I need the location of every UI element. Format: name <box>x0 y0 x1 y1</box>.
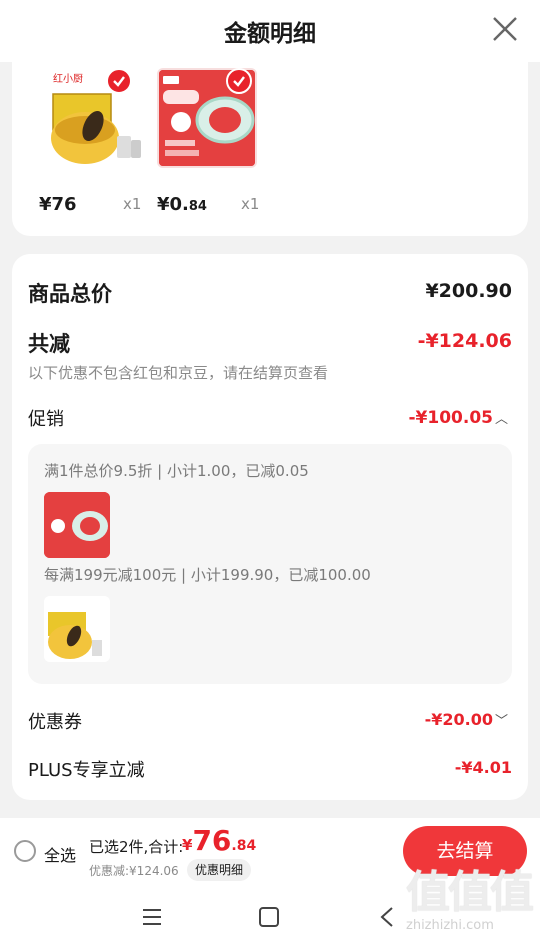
promo-thumb-tape[interactable] <box>44 492 110 558</box>
close-icon[interactable] <box>490 14 520 44</box>
watermark-url: zhizhizhi.com <box>406 918 494 933</box>
discount-detail-button[interactable]: 优惠明细 <box>187 859 252 881</box>
home-icon[interactable] <box>258 906 280 928</box>
discount-note: 以下优惠不包含红包和京豆，请在结算页查看 <box>28 364 329 382</box>
product-checkbox-1[interactable] <box>106 68 132 94</box>
product-card: 红小厨 ¥76 x1 ¥0.84 x1 <box>12 62 528 236</box>
price-summary-card: 商品总价 ¥200.90 共减 -¥124.06 以下优惠不包含红包和京豆，请在… <box>12 254 528 800</box>
plus-value: -¥4.01 <box>454 758 512 777</box>
header: 金额明细 <box>0 0 540 62</box>
chevron-down-icon: ﹀ <box>494 714 508 729</box>
watermark: 值值值 zhizhizhi.com <box>406 867 534 934</box>
selected-summary: 已选2件,合计: <box>89 838 184 856</box>
back-icon[interactable] <box>378 906 396 928</box>
promo-line-1: 满1件总价9.5折 | 小计1.00，已减0.05 <box>44 462 309 480</box>
select-all-radio[interactable] <box>14 840 36 862</box>
product-image-pickled-food[interactable]: 红小厨 <box>47 68 147 168</box>
plus-label: PLUS专享立减 <box>28 760 145 781</box>
coupon-toggle[interactable]: -¥20.00 ﹀ <box>425 710 508 729</box>
promo-line-2: 每满199元减100元 | 小计199.90，已减100.00 <box>44 566 371 584</box>
promo-toggle[interactable]: -¥100.05 ︿ <box>408 408 508 428</box>
coupon-value: -¥20.00 <box>424 710 493 729</box>
product-brand-text: 红小厨 <box>53 72 83 85</box>
product-qty-2: x1 <box>241 195 260 213</box>
watermark-logo: 值值值 <box>406 867 534 918</box>
promo-value: -¥100.05 <box>408 408 493 428</box>
product-qty-1: x1 <box>123 195 142 213</box>
goods-total-value: ¥200.90 <box>425 280 512 302</box>
goods-total-label: 商品总价 <box>28 282 112 306</box>
total-reduce-value: -¥124.06 <box>417 330 512 352</box>
promo-thumb-food[interactable] <box>44 596 110 662</box>
total-reduce-label: 共减 <box>28 332 70 356</box>
checkmark-icon <box>113 76 125 87</box>
product-checkbox-2[interactable] <box>226 68 252 94</box>
product-price-2: ¥0.84 <box>157 194 207 215</box>
product-price-1: ¥76 <box>39 194 77 215</box>
select-all-label[interactable]: 全选 <box>44 842 76 866</box>
checkmark-icon <box>233 76 245 87</box>
menu-icon[interactable] <box>141 906 163 928</box>
total-amount: ¥76.84 <box>182 824 257 857</box>
promo-detail-box: 满1件总价9.5折 | 小计1.00，已减0.05 每满199元减100元 | … <box>28 444 512 684</box>
coupon-label: 优惠券 <box>28 712 82 733</box>
chevron-up-icon: ︿ <box>494 412 508 427</box>
discount-amount: 优惠减:¥124.06 <box>89 864 179 878</box>
promo-label: 促销 <box>28 409 64 430</box>
page-title: 金额明细 <box>224 21 316 47</box>
